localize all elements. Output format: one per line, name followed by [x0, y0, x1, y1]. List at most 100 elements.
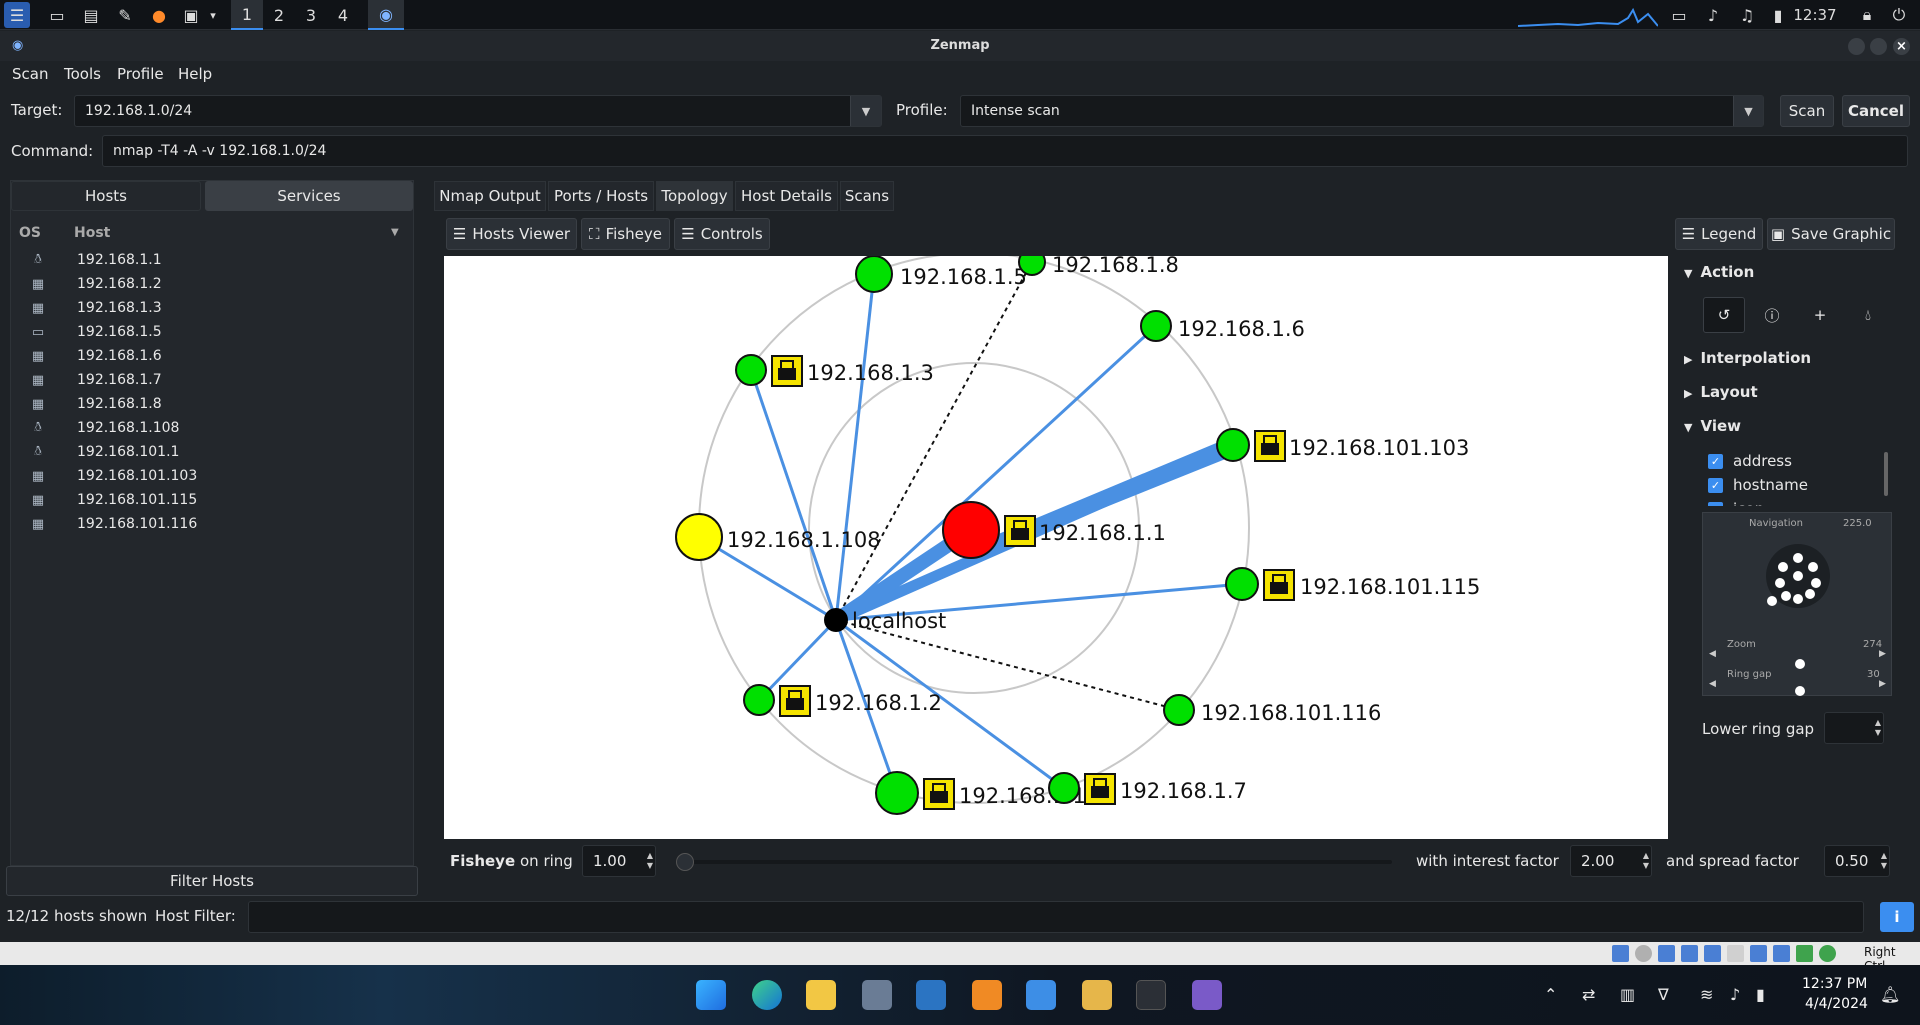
hosts-tab[interactable]: Hosts — [11, 181, 201, 211]
host-row[interactable]: ▦ 192.168.101.103 — [29, 464, 197, 488]
fisheye-ring-input[interactable]: 1.00 ▲ ▼ — [582, 845, 656, 877]
cancel-button[interactable]: Cancel — [1842, 95, 1910, 127]
host-node[interactable] — [1048, 772, 1080, 804]
ring-gap-left-arrow[interactable]: ◀ — [1709, 679, 1716, 689]
host-node[interactable] — [855, 256, 893, 293]
navigation-widget[interactable]: Navigation 225.0 Zoom 274 ◀ ▶ Ring gap 3… — [1702, 512, 1892, 696]
spin-arrows-icon[interactable]: ▲ ▼ — [1875, 718, 1881, 738]
host-node[interactable] — [1216, 428, 1250, 462]
target-dropdown-button[interactable]: ▼ — [850, 96, 881, 126]
host-node[interactable] — [1225, 567, 1259, 601]
app-icon[interactable] — [862, 980, 892, 1010]
terminal-icon[interactable] — [1136, 980, 1166, 1010]
host-row[interactable]: 🐧︎ 192.168.101.1 — [29, 440, 179, 464]
host-node[interactable] — [875, 771, 919, 815]
hostname-checkbox[interactable]: ✓ hostname — [1708, 476, 1808, 494]
host-row[interactable]: 🐧︎ 192.168.1.1 — [29, 248, 162, 272]
os-column-header[interactable]: OS — [19, 225, 41, 241]
spin-arrows-icon[interactable]: ▲ ▼ — [1643, 851, 1649, 871]
workspace-2[interactable]: 2 — [263, 0, 295, 30]
workspace-4[interactable]: 4 — [327, 0, 359, 30]
display-icon[interactable]: ▭ — [1668, 2, 1690, 28]
volume-icon[interactable]: ♪ — [1730, 985, 1740, 1004]
workspace-3[interactable]: 3 — [295, 0, 327, 30]
menu-profile[interactable]: Profile — [117, 65, 164, 83]
tab-scans[interactable]: Scans — [840, 181, 894, 211]
command-input[interactable]: nmap -T4 -A -v 192.168.1.0/24 — [102, 135, 1908, 167]
host-row[interactable]: ▦ 192.168.1.7 — [29, 368, 162, 392]
maximize-button[interactable] — [1870, 38, 1887, 55]
bell-icon[interactable]: ♫ — [1736, 2, 1758, 28]
terminal-icon[interactable]: ▣ — [180, 2, 202, 28]
notepad-icon[interactable] — [1026, 980, 1056, 1010]
navigation-wheel[interactable] — [1758, 541, 1838, 611]
v-icon[interactable]: ∇ — [1658, 985, 1669, 1004]
menu-scan[interactable]: Scan — [12, 65, 48, 83]
host-node[interactable] — [743, 684, 775, 716]
info-icon[interactable]: i — [1880, 902, 1914, 932]
tab-nmap-output[interactable]: Nmap Output — [434, 181, 546, 211]
host-row[interactable]: 🐧︎ 192.168.1.108 — [29, 416, 179, 440]
file-manager-icon[interactable]: ▤ — [80, 2, 102, 28]
chevron-down-icon[interactable]: ▾ — [206, 2, 220, 28]
topology-graph[interactable]: 192.168.1.5 192.168.1.8 192.168.1.6 192.168… — [444, 256, 1668, 839]
windows-start-icon[interactable] — [696, 980, 726, 1010]
text-editor-icon[interactable]: ✎ — [114, 2, 136, 28]
lower-ring-gap-input[interactable]: ▲ ▼ — [1824, 712, 1884, 744]
workspace-1[interactable]: 1 — [231, 0, 263, 30]
host-node[interactable] — [1163, 694, 1195, 726]
host-row[interactable]: ▦ 192.168.101.116 — [29, 512, 197, 536]
tool-icon[interactable] — [1082, 980, 1112, 1010]
profile-dropdown-button[interactable]: ▼ — [1733, 96, 1763, 126]
tab-host-details[interactable]: Host Details — [735, 181, 838, 211]
host-row[interactable]: ▦ 192.168.101.115 — [29, 488, 197, 512]
host-row[interactable]: ▭ 192.168.1.5 — [29, 320, 162, 344]
chevron-up-icon[interactable]: ⌃ — [1544, 985, 1557, 1004]
zoom-right-arrow[interactable]: ▶ — [1879, 649, 1886, 659]
scan-button[interactable]: Scan — [1780, 95, 1834, 127]
fisheye-ring-slider-thumb[interactable] — [676, 853, 694, 871]
firefox-icon[interactable]: ● — [148, 2, 170, 28]
interest-factor-input[interactable]: 2.00 ▲ ▼ — [1570, 845, 1652, 877]
zoom-slider-thumb[interactable] — [1795, 659, 1805, 669]
tab-ports-hosts[interactable]: Ports / Hosts — [548, 181, 654, 211]
close-button[interactable]: × — [1893, 38, 1910, 55]
volume-icon[interactable]: ♪ — [1702, 2, 1724, 28]
minimize-button[interactable] — [1848, 38, 1865, 55]
ring-gap-slider-thumb[interactable] — [1795, 686, 1805, 696]
pdf-icon[interactable] — [972, 980, 1002, 1010]
desktop-icon[interactable]: ▭ — [46, 2, 68, 28]
spin-arrows-icon[interactable]: ▲ ▼ — [1881, 851, 1887, 871]
host-row[interactable]: ▦ 192.168.1.6 — [29, 344, 162, 368]
edge-icon[interactable] — [752, 980, 782, 1010]
host-column-header[interactable]: Host — [74, 225, 110, 241]
ring-gap-right-arrow[interactable]: ▶ — [1879, 679, 1886, 689]
host-node[interactable] — [1018, 256, 1046, 276]
kali-menu-icon[interactable]: ☰ — [4, 2, 30, 28]
settings-icon[interactable]: ⇄ — [1582, 985, 1595, 1004]
save-graphic-button[interactable]: ▣ Save Graphic — [1767, 218, 1895, 250]
snipping-tool-icon[interactable] — [1192, 980, 1222, 1010]
fisheye-button[interactable]: ⛶ Fisheye — [581, 218, 670, 250]
virtualbox-icon[interactable] — [916, 980, 946, 1010]
host-row[interactable]: ▦ 192.168.1.2 — [29, 272, 162, 296]
action-section[interactable]: ▼ Action — [1684, 263, 1754, 281]
hosts-viewer-button[interactable]: ☰ Hosts Viewer — [446, 218, 577, 250]
action-info-button[interactable]: ⓘ — [1754, 297, 1790, 333]
target-input[interactable]: 192.168.1.0/24 — [74, 95, 882, 127]
layout-section[interactable]: ▶ Layout — [1684, 383, 1758, 401]
spread-factor-input[interactable]: 0.50 ▲ ▼ — [1824, 845, 1890, 877]
profile-select[interactable]: Intense scan — [960, 95, 1764, 127]
controls-button[interactable]: ☰ Controls — [674, 218, 770, 250]
sort-chevron-icon[interactable]: ▼ — [391, 227, 399, 238]
topology-canvas[interactable]: 192.168.1.5 192.168.1.8 192.168.1.6 192.168… — [444, 256, 1668, 839]
notification-bell-icon[interactable]: 🔔︎ — [1880, 985, 1900, 1004]
file-explorer-icon[interactable] — [806, 980, 836, 1010]
zenmap-task-icon[interactable]: ◉ — [368, 0, 404, 30]
taskbar-date[interactable]: 4/4/2024 — [1805, 996, 1868, 1012]
address-checkbox[interactable]: ✓ address — [1708, 452, 1792, 470]
wifi-icon[interactable]: ≋ — [1700, 985, 1713, 1004]
legend-button[interactable]: ☰ Legend — [1675, 218, 1763, 250]
host-node[interactable] — [942, 501, 1000, 559]
host-node[interactable] — [1140, 310, 1172, 342]
